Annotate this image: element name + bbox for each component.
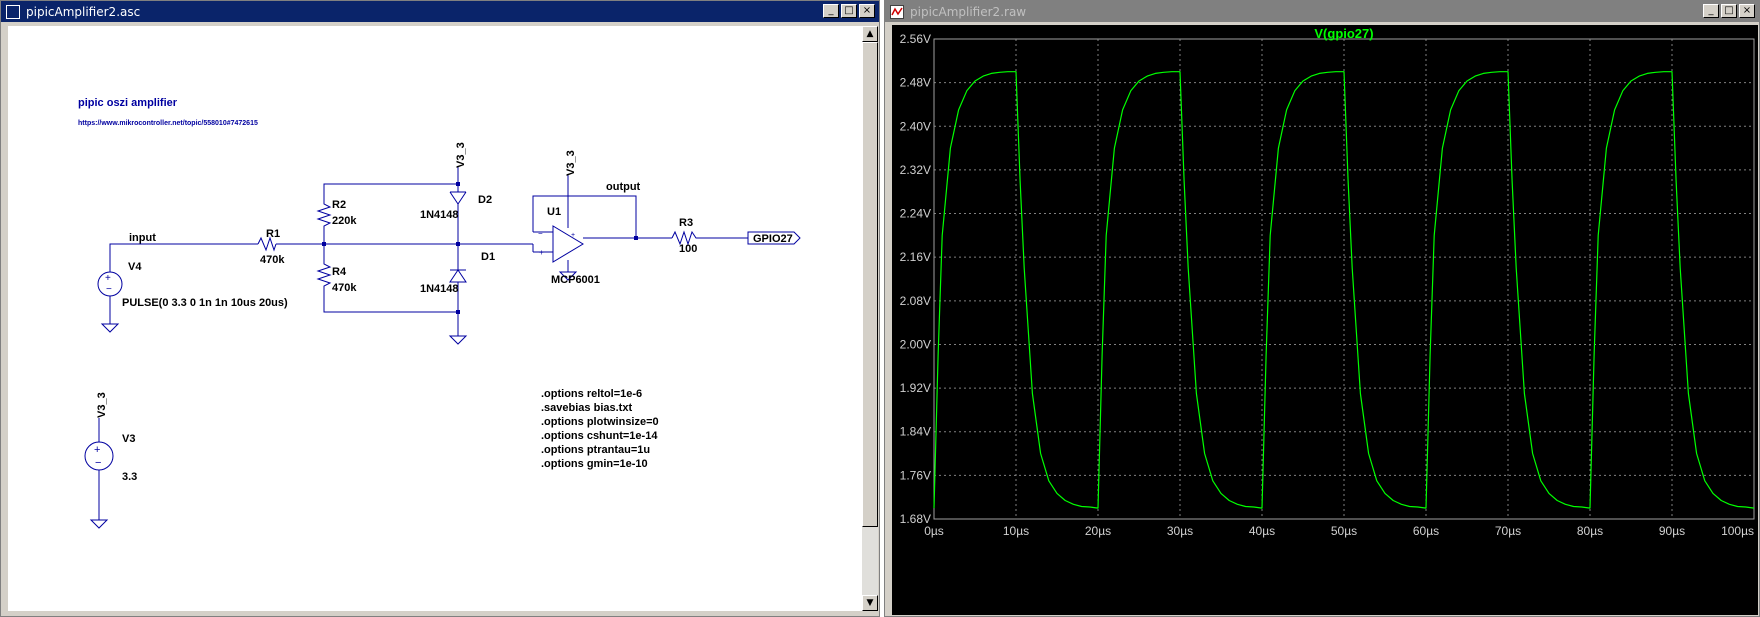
- y-tick-label: 1.76V: [900, 468, 931, 482]
- r3-ref: R3: [679, 217, 693, 229]
- schematic-title: pipic oszi amplifier: [78, 97, 178, 109]
- r4-ref: R4: [332, 266, 347, 278]
- x-tick-label: 60µs: [1413, 524, 1439, 538]
- waveform-window-title: pipicAmplifier2.raw: [910, 4, 1027, 19]
- spice-directive: .options ptrantau=1u: [541, 444, 650, 456]
- junction-dot: [456, 310, 460, 314]
- net-label-v3-3-d2: V3_3: [455, 142, 467, 168]
- schematic-vertical-scrollbar[interactable]: ▲ ▼: [862, 26, 878, 611]
- spice-directive: .options reltol=1e-6: [541, 388, 642, 400]
- y-tick-label: 2.16V: [900, 250, 931, 264]
- r1-ref: R1: [266, 228, 280, 240]
- d1-value: 1N4148: [420, 283, 459, 295]
- net-label-input: input: [129, 232, 156, 244]
- spice-directive: .options cshunt=1e-14: [541, 430, 658, 442]
- close-button[interactable]: ×: [859, 4, 875, 18]
- d2-value: 1N4148: [420, 209, 459, 221]
- opamp-u1: [552, 225, 584, 263]
- scrollbar-thumb[interactable]: [862, 42, 878, 527]
- y-tick-label: 2.08V: [900, 294, 931, 308]
- ground-v3: [89, 519, 109, 529]
- y-tick-label: 1.84V: [900, 425, 931, 439]
- opamp-plus-glyph: +: [539, 248, 544, 257]
- schematic-drawing: pipic oszi amplifier https://www.mikroco…: [78, 97, 801, 529]
- y-tick-label: 2.00V: [900, 337, 931, 351]
- x-tick-label: 30µs: [1167, 524, 1193, 538]
- x-tick-label: 20µs: [1085, 524, 1111, 538]
- x-tick-label: 40µs: [1249, 524, 1275, 538]
- schematic-window[interactable]: pipicAmplifier2.asc _ □ × pipic oszi amp…: [0, 0, 880, 617]
- diode-d1: [449, 244, 467, 312]
- x-tick-labels: 0µs 10µs 20µs 30µs 40µs 50µs 60µs 70µs 80µs 90µs 1…: [924, 524, 1754, 538]
- ground-v4: [100, 323, 120, 333]
- d1-ref: D1: [481, 251, 495, 263]
- spice-directive: .savebias bias.txt: [541, 402, 632, 414]
- x-tick-label: 100µs: [1721, 524, 1754, 538]
- maximize-button[interactable]: □: [841, 4, 857, 18]
- resistor-r4: [316, 244, 458, 313]
- port-gpio27-label: GPIO27: [753, 233, 793, 245]
- y-tick-label: 1.92V: [900, 381, 931, 395]
- y-tick-labels: 1.68V1.76V1.84V1.92V2.00V2.08V2.16V2.24V…: [900, 32, 931, 526]
- scroll-down-button[interactable]: ▼: [862, 595, 878, 611]
- waveform-chart: 1.68V1.76V1.84V1.92V2.00V2.08V2.16V2.24V…: [900, 26, 1755, 538]
- scroll-up-button[interactable]: ▲: [862, 26, 878, 42]
- junction-dot: [456, 182, 460, 186]
- r2-ref: R2: [332, 199, 346, 211]
- v4-minus-glyph: −: [106, 284, 112, 295]
- ground-d1: [448, 335, 468, 345]
- v3-plus-glyph: +: [94, 444, 100, 456]
- x-tick-label: 50µs: [1331, 524, 1357, 538]
- waveform-plot-pane[interactable]: 1.68V 1.76V 1.84V 1.92V 2.00V 2.08V 2.16V 2.24V…: [892, 25, 1758, 615]
- schematic-window-title: pipicAmplifier2.asc: [26, 4, 141, 19]
- waveform-doc-icon: [890, 4, 904, 19]
- y-tick-label: 2.48V: [900, 76, 931, 90]
- spice-directive: .options plotwinsize=0: [541, 416, 659, 428]
- junction-dot: [634, 236, 638, 240]
- waveform-titlebar[interactable]: pipicAmplifier2.raw _ □ ×: [885, 1, 1759, 22]
- minimize-button[interactable]: _: [1703, 4, 1719, 18]
- v4-plus-glyph: +: [105, 273, 111, 284]
- x-tick-label: 10µs: [1003, 524, 1029, 538]
- spice-directive: .options gmin=1e-10: [541, 458, 648, 470]
- x-tick-label: 90µs: [1659, 524, 1685, 538]
- maximize-button[interactable]: □: [1721, 4, 1737, 18]
- u1-ref: U1: [547, 206, 561, 218]
- u1-value: MCP6001: [551, 274, 600, 286]
- v3-minus-glyph: −: [95, 457, 101, 469]
- junction-dot: [322, 242, 326, 246]
- opamp-minus-glyph: −: [538, 229, 543, 238]
- schematic-doc-icon: [6, 4, 20, 19]
- d2-ref: D2: [478, 194, 492, 206]
- grid-layer: [933, 38, 1755, 520]
- net-label-output: output: [606, 181, 641, 193]
- y-tick-label: 2.40V: [900, 119, 931, 133]
- r4-value: 470k: [332, 282, 357, 294]
- r1-value: 470k: [260, 254, 285, 266]
- minimize-button[interactable]: _: [823, 4, 839, 18]
- v3-ref: V3: [122, 433, 135, 445]
- net-label-v3-3-v3: V3_3: [96, 392, 108, 418]
- close-button[interactable]: ×: [1739, 4, 1755, 18]
- schematic-titlebar[interactable]: pipicAmplifier2.asc _ □ ×: [1, 1, 879, 22]
- v3-value: 3.3: [122, 471, 137, 483]
- trace-title[interactable]: V(gpio27): [1314, 26, 1373, 41]
- junction-dot: [456, 242, 460, 246]
- x-tick-label: 70µs: [1495, 524, 1521, 538]
- y-tick-label: 2.56V: [900, 32, 931, 46]
- net-label-v3-3-u1: V3_3: [565, 150, 577, 176]
- v4-value: PULSE(0 3.3 0 1n 1n 10us 20us): [122, 297, 288, 309]
- r2-value: 220k: [332, 215, 357, 227]
- y-tick-label: 2.24V: [900, 207, 931, 221]
- y-tick-label: 2.32V: [900, 163, 931, 177]
- opamp-pin-plus-glyph: +: [571, 232, 575, 239]
- x-tick-label: 0µs: [924, 524, 944, 538]
- schematic-url: https://www.mikrocontroller.net/topic/55…: [78, 120, 258, 127]
- x-tick-label: 80µs: [1577, 524, 1603, 538]
- v4-ref: V4: [128, 261, 142, 273]
- schematic-canvas[interactable]: pipic oszi amplifier https://www.mikroco…: [8, 26, 862, 611]
- r3-value: 100: [679, 243, 697, 255]
